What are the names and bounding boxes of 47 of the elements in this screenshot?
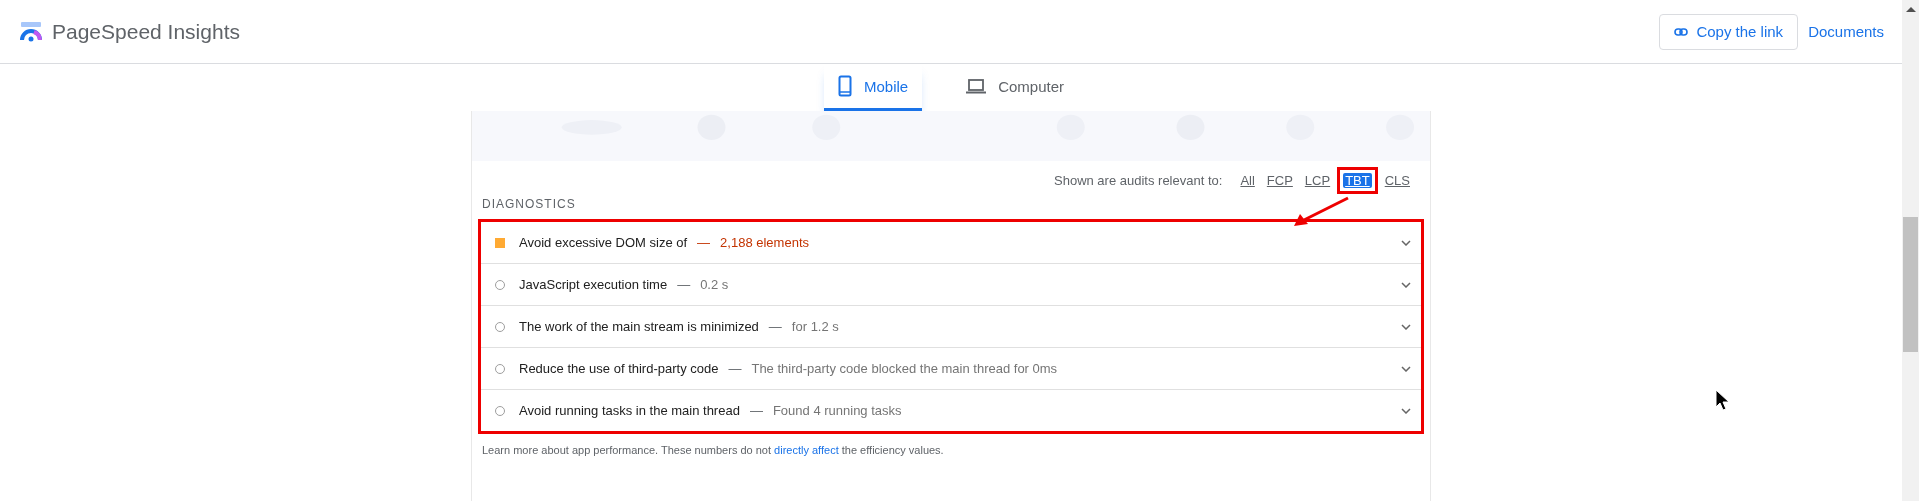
chevron-icon[interactable]: [1401, 365, 1411, 372]
audit-title: The work of the main stream is minimized: [519, 319, 759, 334]
dash-separator: —: [677, 277, 691, 292]
scrollbar[interactable]: [1902, 0, 1919, 501]
dash-separator: —: [768, 319, 782, 334]
audit-title: Avoid running tasks in the main thread: [519, 403, 740, 418]
audit-row[interactable]: The work of the main stream is minimized — for 1.2 s: [481, 306, 1421, 348]
scroll-up-icon[interactable]: [1905, 7, 1916, 12]
device-tab[interactable]: Computer: [952, 64, 1078, 111]
app-title: PageSpeed Insights: [52, 19, 240, 44]
dash-separator: —: [749, 403, 763, 418]
phone-icon: [837, 75, 852, 97]
dash-separator: —: [728, 361, 742, 376]
chevron-icon[interactable]: [1401, 407, 1411, 414]
filter-label: Shown are audits relevant to:: [1054, 172, 1223, 188]
section-heading: DIAGNOSTICS: [482, 197, 577, 211]
filter-link[interactable]: TBT: [1343, 172, 1372, 188]
inline-link[interactable]: directly affect: [774, 444, 839, 456]
link-icon: [1674, 27, 1689, 36]
filter-link[interactable]: LCP: [1302, 172, 1333, 188]
filter-link[interactable]: All: [1238, 172, 1257, 188]
footnote-text: Learn more about app performance. These numbers do not directly affect the efficiency values.: [482, 444, 945, 456]
copy-link-button[interactable]: Copy the link: [1659, 13, 1799, 50]
audit-value: 0.2 s: [700, 277, 729, 292]
documents-link[interactable]: Documents: [1808, 23, 1884, 40]
filter-link[interactable]: FCP: [1264, 172, 1295, 188]
audit-title: Reduce the use of third-party code: [519, 361, 719, 376]
mouse-pointer-icon: [1715, 389, 1731, 413]
laptop-icon: [966, 78, 987, 94]
audit-row[interactable]: Avoid excessive DOM size of — 2,188 elements: [481, 222, 1421, 264]
chevron-icon[interactable]: [1401, 323, 1411, 330]
audit-value: for 1.2 s: [791, 319, 839, 334]
filter-link[interactable]: CLS: [1382, 172, 1412, 188]
dash-separator: —: [697, 235, 711, 250]
audit-row[interactable]: Avoid running tasks in the main thread — Found 4 running tasks: [481, 390, 1421, 431]
audit-row[interactable]: JavaScript execution time — 0.2 s: [481, 264, 1421, 306]
audit-row[interactable]: Reduce the use of third-party code — The third-party code blocked the main thread for 0ms: [481, 348, 1421, 390]
chevron-icon[interactable]: [1401, 281, 1411, 288]
audit-title: JavaScript execution time: [519, 277, 668, 292]
audit-value: Found 4 running tasks: [772, 403, 902, 418]
audit-value: 2,188 elements: [720, 235, 809, 250]
chevron-icon[interactable]: [1401, 239, 1411, 246]
audit-value: The third-party code blocked the main thread for 0ms: [751, 361, 1058, 376]
speed-gauge-icon: [20, 20, 42, 43]
audit-title: Avoid excessive DOM size of: [519, 235, 688, 250]
scrollbar-thumb[interactable]: [1903, 217, 1918, 352]
warning-square-icon: [495, 237, 505, 248]
